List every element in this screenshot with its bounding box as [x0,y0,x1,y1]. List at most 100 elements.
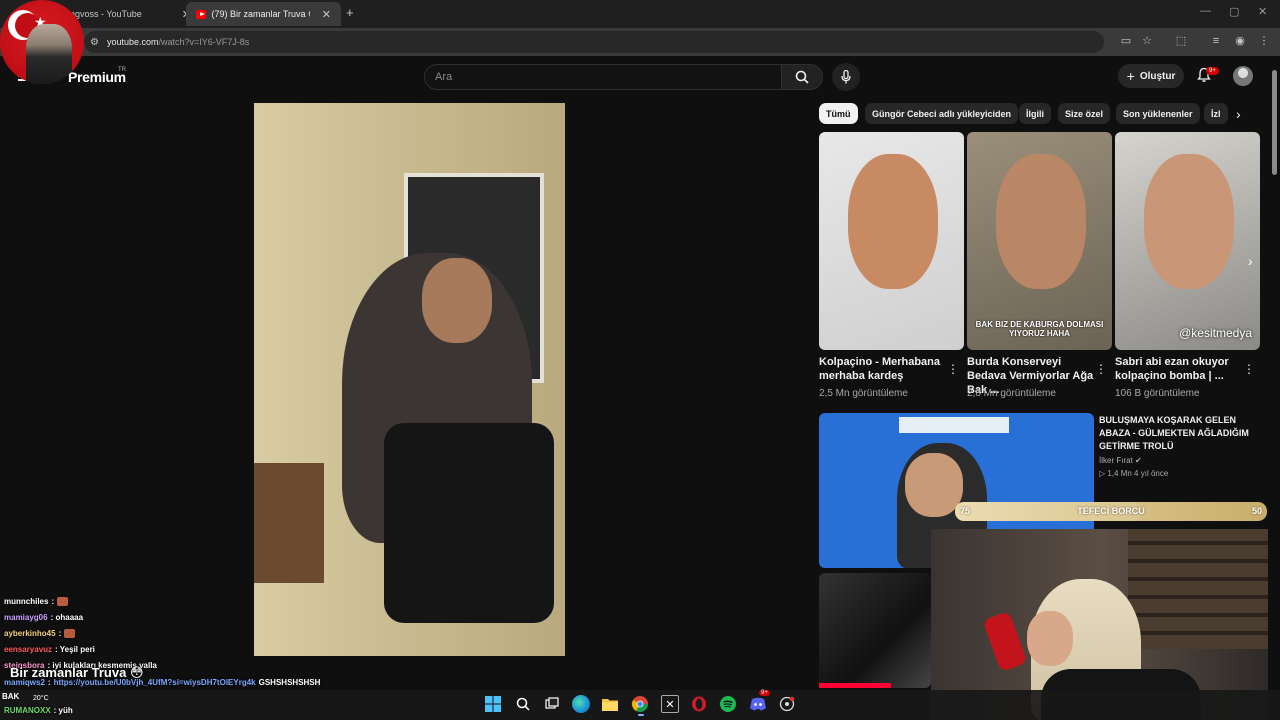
short-menu-icon-2[interactable]: ⋮ [1095,362,1107,376]
microphone-icon [841,70,851,84]
voice-search-button[interactable] [832,63,860,91]
chip-all[interactable]: Tümü [819,103,858,124]
chevron-right-icon[interactable]: › [1236,106,1241,122]
short-watermark: @kesitmedya [1179,326,1252,340]
thumb-monitor [899,417,1009,433]
tab-search-icon[interactable]: ≡ [1209,34,1223,48]
create-button[interactable]: + Oluştur [1118,64,1184,88]
video-frame-shelf [254,463,324,583]
active-app-indicator [638,714,644,716]
opera-icon[interactable] [690,695,708,713]
plus-icon: + [1126,68,1135,84]
verified-icon: ✔ [1135,456,1142,465]
short-face [848,153,938,289]
short-face [996,153,1086,289]
flag-avatar-overlay: ★ [0,0,84,84]
profile-icon[interactable]: ◉ [1233,34,1247,48]
chat-message: eensaryavuz: Yeşil peri [4,645,95,654]
search-button[interactable] [781,64,823,90]
short-caption: BAK BIZ DE KABURGA DOLMASI YIYORUZ HAHA [975,320,1104,338]
windows-start-icon[interactable] [484,695,502,713]
watch-progress-bar [819,683,891,688]
chat-message: mamiqws2 : https://youtu.be/U0bVjh_4UfM?… [4,678,321,687]
logo-region: TR [118,67,126,73]
chip-watched[interactable]: İzl [1204,103,1228,124]
recommended-channel[interactable]: İlker Fırat ✔ [1099,456,1142,465]
browser-tab-1[interactable]: ngvoss - YouTube ✕ [60,2,201,26]
cast-icon[interactable]: ▭ [1119,34,1133,48]
address-toolbar: ⚙ youtube.com/watch?v=IY6-VF7J-8s [0,28,1280,56]
chat-text: : yüh [53,706,73,715]
stream-bar-label: TEFECİ BORCU [1077,506,1145,516]
chat-username: mamiayg06 [4,613,48,622]
tab-title: ngvoss - YouTube [70,9,142,19]
url-host: youtube.com [106,37,159,47]
emote-icon [64,629,76,638]
site-info-icon[interactable]: ⚙ [90,37,99,48]
bookmark-star-icon[interactable]: ☆ [1140,34,1154,48]
shorts-next-icon[interactable]: › [1248,253,1253,269]
chat-message: munnchiles : [4,597,69,606]
x-app-icon[interactable]: ✕ [661,695,679,713]
chat-message: RUMANOXX: yüh [4,706,73,715]
new-tab-button[interactable]: + [346,5,354,20]
youtube-favicon-icon [196,9,206,19]
task-view-icon[interactable] [543,695,561,713]
extensions-icon[interactable]: ⬚ [1174,34,1188,48]
notification-badge: 9+ [1206,67,1219,75]
chip-related[interactable]: İlgili [1019,103,1051,124]
short-views-1: 2,5 Mn görüntüleme [819,388,908,399]
short-menu-icon-3[interactable]: ⋮ [1243,362,1255,376]
chip-for-you[interactable]: Size özel [1058,103,1111,124]
short-face [1144,153,1234,289]
tab-close-icon[interactable]: ✕ [322,8,331,21]
weather-temperature[interactable]: 20°C [33,695,49,702]
video-player[interactable] [254,103,565,656]
channel-name: İlker Fırat [1099,456,1133,465]
search-input[interactable]: Ara [424,64,782,90]
short-menu-icon-1[interactable]: ⋮ [947,362,959,376]
menu-icon[interactable]: ⋮ [1257,34,1271,48]
chat-username: RUMANOXX [4,706,51,715]
app-icon[interactable] [778,695,796,713]
spotify-icon[interactable] [719,695,737,713]
tab-title: (79) Bir zamanlar Truva 😳 - Yo [211,8,310,19]
discord-icon[interactable]: 9+ [749,690,770,713]
url-path: /watch?v=IY6-VF7J-8s [158,37,250,47]
scrollbar-thumb[interactable] [1272,70,1277,175]
discord-badge: 9+ [759,690,770,696]
short-thumbnail-1[interactable] [819,132,964,350]
stream-progress-bar: 75 TEFECİ BORCU 50 [955,502,1267,521]
browser-tab-2[interactable]: (79) Bir zamanlar Truva 😳 - Yo ✕ [186,2,341,26]
video-frame-head [422,258,492,343]
webcam-streamer-face [1027,611,1073,666]
recommended-meta-text: 1,4 Mn 4 yıl önce [1107,469,1169,478]
weather-label[interactable]: BAK [2,692,19,701]
minimize-icon[interactable]: — [1200,5,1211,17]
address-bar[interactable]: ⚙ youtube.com/watch?v=IY6-VF7J-8s [84,31,1104,53]
page-scrollbar[interactable] [1271,62,1278,687]
chat-text: GSHSHSHSHSH [258,678,321,687]
chat-text: : Yeşil peri [55,645,95,654]
chrome-icon[interactable] [631,695,649,713]
recommended-video-title[interactable]: BULUŞMAYA KOŞARAK GELEN ABAZA - GÜLMEKTE… [1099,414,1249,453]
edge-browser-icon[interactable] [572,695,590,713]
short-title-1[interactable]: Kolpaçino - Merhabana merhaba kardeş [819,355,947,383]
window-close-icon[interactable]: ✕ [1258,5,1267,18]
taskbar-search-icon[interactable] [514,695,532,713]
recommended-video-thumbnail-2[interactable] [819,573,931,688]
recommended-meta: ▷ 1,4 Mn 4 yıl önce [1099,469,1169,478]
account-avatar[interactable] [1233,66,1253,86]
maximize-icon[interactable]: ▢ [1229,5,1239,18]
short-thumbnail-2[interactable]: BAK BIZ DE KABURGA DOLMASI YIYORUZ HAHA [967,132,1112,350]
chat-username: ayberkinho45 [4,629,56,638]
short-title-3[interactable]: Sabri abi ezan okuyor kolpaçino bomba | … [1115,355,1243,383]
chat-username: eensaryavuz [4,645,53,654]
chip-from-uploader[interactable]: Güngör Cebeci adlı yükleyiciden [865,103,1019,124]
file-explorer-icon[interactable] [601,695,619,713]
chat-link[interactable]: https://youtu.be/U0bVjh_4UfM?si=wiysDH7t… [54,678,256,687]
search-icon [795,70,809,84]
chat-message: ayberkinho45 : [4,629,76,638]
chip-recent[interactable]: Son yüklenenler [1116,103,1200,124]
short-thumbnail-3[interactable]: @kesitmedya [1115,132,1260,350]
